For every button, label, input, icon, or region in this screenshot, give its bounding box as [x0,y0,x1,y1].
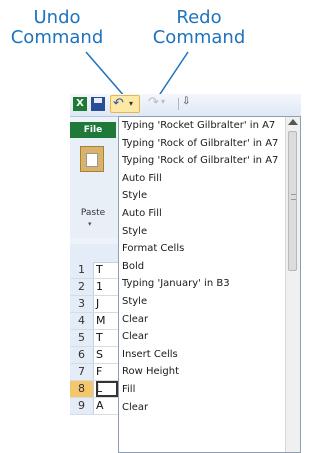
table-row[interactable]: 7F [70,364,118,381]
scrollbar-grip-icon [291,194,296,200]
table-row[interactable]: 9A [70,398,118,415]
undo-history-item[interactable]: Style [119,187,287,205]
cell-a[interactable]: T [96,262,118,278]
redo-callout-line2: Command [152,27,246,48]
row-header[interactable]: 6 [70,347,94,363]
row-header[interactable]: 8 [70,381,94,397]
row-header[interactable]: 9 [70,398,94,414]
excel-app-icon[interactable]: X [73,97,87,111]
redo-leader-line [157,51,189,98]
undo-history-item[interactable]: Style [119,293,287,311]
row-header[interactable]: 2 [70,279,94,295]
table-row[interactable]: 21 [70,279,118,296]
redo-button[interactable]: ↷ ▾ [148,95,172,111]
redo-command-callout: Redo Command [144,8,254,48]
redo-dropdown-arrow-icon[interactable]: ▾ [161,97,165,106]
undo-history-item[interactable]: Bold [119,258,287,276]
undo-history-item[interactable]: Typing 'Rocket Gilbralter' in A7 [119,117,287,135]
redo-icon: ↷ [148,95,159,110]
cell-a[interactable]: J [96,296,118,312]
cell-a[interactable]: M [96,313,118,329]
quick-access-toolbar: X ↶ ▾ ↷ ▾ ⇩ [70,94,301,117]
undo-history-item[interactable]: Auto Fill [119,170,287,188]
cell-a[interactable]: 1 [96,279,118,295]
undo-history-item[interactable]: Auto Fill [119,205,287,223]
undo-history-item[interactable]: Insert Cells [119,346,287,364]
tab-file[interactable]: File [70,122,116,138]
undo-history-item[interactable]: Clear [119,328,287,346]
ribbon-clipboard-group: Paste ▾ [70,138,118,238]
customize-toolbar-icon[interactable]: ⇩ [182,96,190,107]
select-all-corner[interactable] [70,244,118,263]
table-row[interactable]: 1T [70,262,118,279]
undo-button[interactable]: ↶ ▾ [110,95,140,113]
cell-a[interactable]: T [96,330,118,346]
undo-history-dropdown: Typing 'Rocket Gilbralter' in A7 Typing '… [118,116,301,453]
paste-button-label[interactable]: Paste [76,208,110,218]
undo-callout-line1: Undo [33,7,81,28]
row-header[interactable]: 4 [70,313,94,329]
undo-history-item[interactable]: Row Height [119,363,287,381]
undo-leader-line [85,51,126,98]
table-row[interactable]: 3J [70,296,118,313]
toolbar-separator [178,98,179,110]
row-header[interactable]: 5 [70,330,94,346]
undo-command-callout: Undo Command [2,8,112,48]
table-row[interactable]: 4M [70,313,118,330]
cell-a[interactable]: F [96,364,118,380]
undo-history-item[interactable]: Typing 'Rock of Gilbralter' in A7 [119,152,287,170]
save-icon[interactable] [91,97,105,111]
redo-callout-line1: Redo [176,7,222,28]
undo-history-item[interactable]: Typing 'Rock of Gilbralter' in A7 [119,135,287,153]
undo-history-item[interactable]: Clear [119,399,287,417]
row-header[interactable]: 1 [70,262,94,278]
undo-history-item[interactable]: Typing 'January' in B3 [119,275,287,293]
dropdown-scrollbar[interactable] [285,117,300,452]
undo-callout-line2: Command [10,27,104,48]
undo-history-item[interactable]: Fill [119,381,287,399]
excel-window: X ↶ ▾ ↷ ▾ ⇩ File Paste ▾ 1T213J4M5T6S7F8… [70,94,301,453]
table-row[interactable]: 8L [70,381,118,398]
undo-history-item[interactable]: Style [119,223,287,241]
scrollbar-thumb[interactable] [288,131,297,271]
undo-history-list: Typing 'Rocket Gilbralter' in A7 Typing '… [119,117,287,416]
cell-a[interactable]: L [96,381,118,397]
table-row[interactable]: 5T [70,330,118,347]
row-header[interactable]: 3 [70,296,94,312]
row-header[interactable]: 7 [70,364,94,380]
paste-dropdown-arrow-icon[interactable]: ▾ [88,220,92,228]
worksheet-grid: 1T213J4M5T6S7F8L9A [70,244,118,453]
undo-icon: ↶ [113,96,124,111]
scroll-up-arrow-icon[interactable] [288,119,298,125]
cell-a[interactable]: S [96,347,118,363]
undo-history-item[interactable]: Clear [119,311,287,329]
undo-history-item[interactable]: Format Cells [119,240,287,258]
undo-dropdown-arrow-icon[interactable]: ▾ [129,96,133,112]
table-row[interactable]: 6S [70,347,118,364]
cell-a[interactable]: A [96,398,118,414]
paste-icon[interactable] [80,146,104,172]
